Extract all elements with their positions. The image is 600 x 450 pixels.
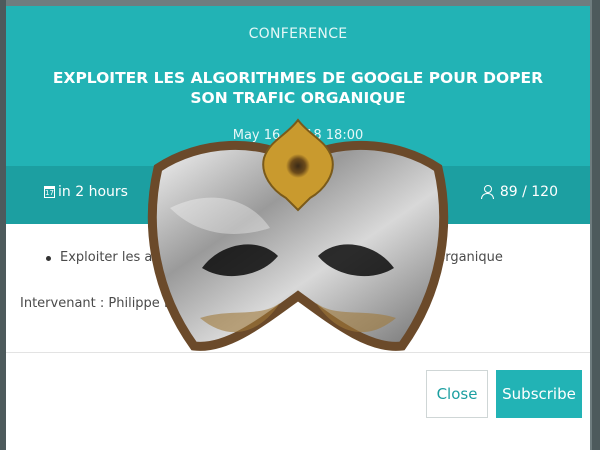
attendance-info: 89 / 120 bbox=[480, 184, 558, 200]
user-icon bbox=[480, 184, 494, 200]
venetian-mask-image bbox=[147, 118, 449, 351]
duration-info: 17 in 2 hours bbox=[44, 184, 128, 200]
backdrop-right bbox=[592, 0, 600, 450]
calendar-icon: 17 bbox=[44, 186, 55, 198]
subscribe-button[interactable]: Subscribe bbox=[496, 370, 582, 418]
attendance-count: 89 / 120 bbox=[499, 184, 558, 200]
event-type-label: CONFERENCE bbox=[248, 26, 348, 42]
event-title: EXPLOITER LES ALGORITHMES DE GOOGLE POUR… bbox=[52, 69, 544, 107]
duration-text: in 2 hours bbox=[58, 184, 128, 200]
close-button[interactable]: Close bbox=[426, 370, 488, 418]
